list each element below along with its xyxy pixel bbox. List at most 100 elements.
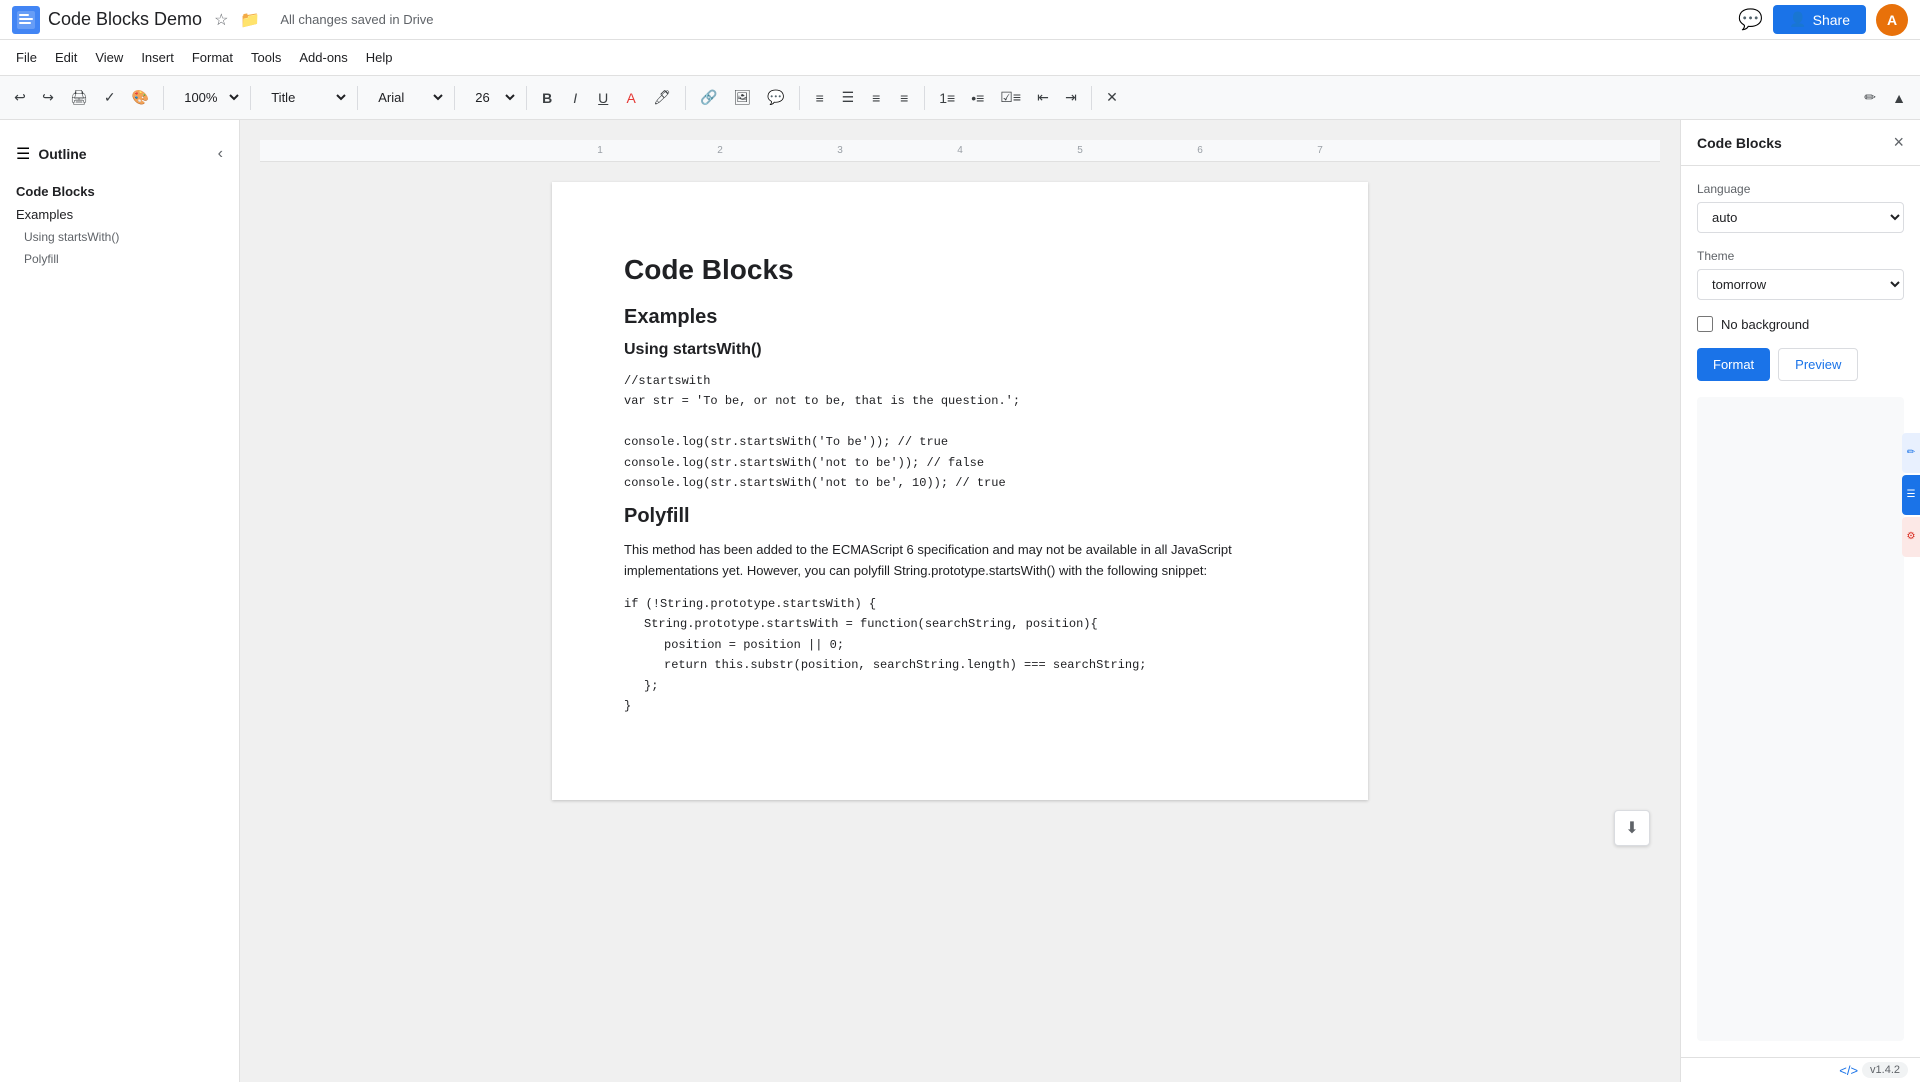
edge-tab-1[interactable]: ✏ bbox=[1902, 433, 1920, 473]
image-button[interactable]: 🖼 bbox=[727, 85, 757, 110]
decrease-indent-button[interactable]: ⇤ bbox=[1031, 85, 1055, 110]
main-area: ☰ Outline ‹ Code Blocks Examples Using s… bbox=[0, 120, 1920, 1082]
outline-icon: ☰ bbox=[16, 144, 30, 164]
document-area[interactable]: 1 2 3 4 5 6 7 Code Blocks Examples Using… bbox=[240, 120, 1680, 1082]
bold-button[interactable]: B bbox=[535, 86, 559, 110]
toolbar-separator-3 bbox=[357, 86, 358, 110]
right-edge-tabs: ✏ ☰ ⚙ bbox=[1902, 433, 1920, 557]
code-polyfill-6: } bbox=[624, 696, 1296, 716]
theme-select[interactable]: tomorrow default dark monokai github bbox=[1697, 269, 1904, 300]
sidebar-item-code-blocks[interactable]: Code Blocks bbox=[0, 180, 239, 203]
code-block-startswith: //startswith var str = 'To be, or not to… bbox=[624, 371, 1296, 493]
ordered-list-button[interactable]: 1≡ bbox=[933, 86, 961, 110]
code-line-1: //startswith bbox=[624, 371, 1296, 391]
save-status: All changes saved in Drive bbox=[280, 12, 433, 27]
align-center-button[interactable]: ☰ bbox=[836, 85, 861, 110]
sidebar-collapse-button[interactable]: ‹ bbox=[218, 145, 223, 163]
sidebar-item-polyfill[interactable]: Polyfill bbox=[0, 248, 239, 270]
align-right-button[interactable]: ≡ bbox=[864, 86, 888, 110]
top-right-actions: 💬 👤 Share A bbox=[1738, 4, 1908, 36]
menu-addons[interactable]: Add-ons bbox=[291, 46, 355, 69]
menu-format[interactable]: Format bbox=[184, 46, 241, 69]
title-bar: Code Blocks Demo ☆ 📁 All changes saved i… bbox=[0, 0, 1920, 40]
style-select[interactable]: Title Normal text Heading 1 Heading 2 bbox=[259, 85, 349, 110]
toolbar-separator-6 bbox=[685, 86, 686, 110]
no-background-checkbox[interactable] bbox=[1697, 316, 1713, 332]
doc-heading-polyfill: Polyfill bbox=[624, 505, 1296, 528]
font-select[interactable]: Arial Times New Roman Courier New bbox=[366, 85, 446, 110]
collapse-toolbar-button[interactable]: ▲ bbox=[1886, 86, 1912, 110]
code-line-6: console.log(str.startsWith('not to be', … bbox=[624, 473, 1296, 493]
toolbar-separator-4 bbox=[454, 86, 455, 110]
comment-inline-button[interactable]: 💬 bbox=[761, 85, 790, 110]
font-size-select[interactable]: 26 12 14 18 bbox=[463, 85, 518, 110]
code-polyfill-4: return this.substr(position, searchStrin… bbox=[624, 655, 1296, 675]
code-icon: </> bbox=[1839, 1063, 1858, 1078]
doc-heading-1: Code Blocks bbox=[624, 254, 1296, 286]
edge-tab-2[interactable]: ☰ bbox=[1902, 475, 1920, 515]
panel-title: Code Blocks bbox=[1697, 135, 1893, 151]
star-button[interactable]: ☆ bbox=[210, 8, 232, 32]
sidebar: ☰ Outline ‹ Code Blocks Examples Using s… bbox=[0, 120, 240, 1082]
share-icon: 👤 bbox=[1789, 11, 1806, 28]
link-button[interactable]: 🔗 bbox=[694, 85, 723, 110]
doc-polyfill-description: This method has been added to the ECMASc… bbox=[624, 540, 1296, 582]
format-button[interactable]: Format bbox=[1697, 348, 1770, 381]
clear-format-button[interactable]: ✕ bbox=[1100, 85, 1124, 110]
preview-button[interactable]: Preview bbox=[1778, 348, 1858, 381]
menu-insert[interactable]: Insert bbox=[133, 46, 182, 69]
sidebar-header: ☰ Outline ‹ bbox=[0, 136, 239, 172]
code-line-3 bbox=[624, 412, 1296, 432]
spellcheck-button[interactable]: ✓ bbox=[98, 85, 122, 110]
no-background-label[interactable]: No background bbox=[1721, 317, 1809, 332]
code-polyfill-1: if (!String.prototype.startsWith) { bbox=[624, 594, 1296, 614]
zoom-select[interactable]: 100% 75% 125% bbox=[172, 85, 242, 110]
menu-bar: File Edit View Insert Format Tools Add-o… bbox=[0, 40, 1920, 76]
version-bar: </> v1.4.2 bbox=[1681, 1057, 1920, 1082]
toolbar-separator-5 bbox=[526, 86, 527, 110]
italic-button[interactable]: I bbox=[563, 86, 587, 110]
sidebar-item-startswith[interactable]: Using startsWith() bbox=[0, 226, 239, 248]
edge-tab-3[interactable]: ⚙ bbox=[1902, 517, 1920, 557]
avatar[interactable]: A bbox=[1876, 4, 1908, 36]
panel-header: Code Blocks × bbox=[1681, 120, 1920, 166]
sidebar-title: Outline bbox=[38, 146, 86, 162]
underline-button[interactable]: U bbox=[591, 86, 615, 110]
language-select[interactable]: auto javascript python html css bbox=[1697, 202, 1904, 233]
menu-file[interactable]: File bbox=[8, 46, 45, 69]
comments-button[interactable]: 💬 bbox=[1738, 7, 1763, 32]
text-color-button[interactable]: A bbox=[619, 86, 643, 110]
checklist-button[interactable]: ☑≡ bbox=[994, 85, 1027, 110]
highlight-button[interactable]: 🖊 bbox=[647, 85, 677, 110]
toolbar-separator-7 bbox=[799, 86, 800, 110]
menu-tools[interactable]: Tools bbox=[243, 46, 289, 69]
share-button[interactable]: 👤 Share bbox=[1773, 5, 1866, 34]
theme-label: Theme bbox=[1697, 249, 1904, 263]
language-label: Language bbox=[1697, 182, 1904, 196]
menu-help[interactable]: Help bbox=[358, 46, 401, 69]
increase-indent-button[interactable]: ⇥ bbox=[1059, 85, 1083, 110]
panel-close-button[interactable]: × bbox=[1893, 132, 1904, 153]
code-block-polyfill: if (!String.prototype.startsWith) { Stri… bbox=[624, 594, 1296, 716]
code-polyfill-5: }; bbox=[624, 676, 1296, 696]
folder-button[interactable]: 📁 bbox=[236, 8, 264, 32]
align-left-button[interactable]: ≡ bbox=[808, 86, 832, 110]
menu-edit[interactable]: Edit bbox=[47, 46, 85, 69]
panel-buttons: Format Preview bbox=[1697, 348, 1904, 381]
sidebar-item-examples[interactable]: Examples bbox=[0, 203, 239, 226]
title-actions: ☆ 📁 bbox=[210, 8, 264, 32]
code-line-4: console.log(str.startsWith('To be')); //… bbox=[624, 432, 1296, 452]
unordered-list-button[interactable]: •≡ bbox=[965, 86, 990, 110]
version-badge: v1.4.2 bbox=[1862, 1062, 1908, 1078]
paint-format-button[interactable]: 🎨 bbox=[126, 85, 155, 110]
print-button[interactable]: 🖨 bbox=[64, 85, 94, 110]
ruler-numbers: 1 2 3 4 5 6 7 bbox=[260, 145, 1660, 156]
menu-view[interactable]: View bbox=[87, 46, 131, 69]
ruler: 1 2 3 4 5 6 7 bbox=[260, 140, 1660, 162]
justify-button[interactable]: ≡ bbox=[892, 86, 916, 110]
redo-button[interactable]: ↪ bbox=[36, 85, 60, 110]
download-button[interactable]: ⬇ bbox=[1614, 810, 1650, 846]
toolbar-separator-9 bbox=[1091, 86, 1092, 110]
undo-button[interactable]: ↩ bbox=[8, 85, 32, 110]
edit-mode-button[interactable]: ✏ bbox=[1858, 85, 1882, 110]
